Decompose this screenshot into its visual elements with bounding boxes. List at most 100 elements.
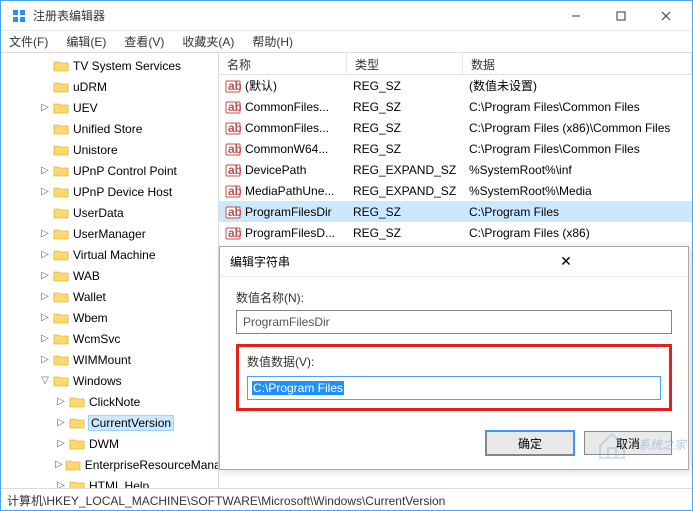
folder-icon [53,332,69,346]
string-value-icon: ab [225,183,241,199]
folder-icon [53,248,69,262]
list-row[interactable]: abDevicePathREG_EXPAND_SZ%SystemRoot%\in… [219,159,692,180]
value-type: REG_SZ [347,121,463,135]
folder-icon [53,59,69,73]
tree-view[interactable]: TV System ServicesuDRM▷UEVUnified StoreU… [1,53,219,488]
menubar: 文件(F) 编辑(E) 查看(V) 收藏夹(A) 帮助(H) [1,31,692,53]
chevron-icon[interactable]: ▷ [55,459,63,470]
chevron-icon[interactable]: ▷ [39,186,51,197]
folder-icon [53,101,69,115]
tree-item[interactable]: ▷ UPnP Device Host [1,181,218,202]
edit-string-dialog: 编辑字符串 ✕ 数值名称(N): ProgramFilesDir 数值数据(V)… [219,246,689,470]
list-row[interactable]: abCommonFiles...REG_SZC:\Program Files\C… [219,96,692,117]
column-name[interactable]: 名称 [219,53,347,74]
chevron-icon[interactable]: ▷ [39,291,51,302]
tree-item[interactable]: ▷ EnterpriseResourceManager [1,454,218,475]
tree-item[interactable]: ▷WcmSvc [1,328,218,349]
chevron-icon[interactable]: ▷ [39,228,51,239]
minimize-button[interactable] [553,2,598,30]
list-row[interactable]: ab CommonFiles... REG_SZC:\Program Files (… [219,117,692,138]
list-row[interactable]: abCommonW64...REG_SZC:\Program Files\Com… [219,138,692,159]
column-type[interactable]: 类型 [347,53,463,74]
menu-edit[interactable]: 编辑(E) [64,31,108,52]
value-data: C:\Program Files (x86)\Common Files [463,121,692,135]
chevron-icon[interactable]: ▷ [39,249,51,260]
tree-item[interactable]: ▷Wbem [1,307,218,328]
maximize-button[interactable] [598,2,643,30]
tree-item[interactable]: ▷ HTML Help [1,475,218,488]
chevron-icon[interactable]: ▷ [39,333,51,344]
ok-button[interactable]: 确定 [486,431,574,455]
svg-text:ab: ab [228,226,241,240]
tree-item[interactable]: ▷ Virtual Machine [1,244,218,265]
menu-view[interactable]: 查看(V) [122,31,166,52]
folder-icon [65,458,81,472]
folder-icon [69,395,85,409]
list-row[interactable]: abProgramFilesDirREG_SZC:\Program Files [219,201,692,222]
tree-item[interactable]: ▷WIMMount [1,349,218,370]
tree-item[interactable]: Unistore [1,139,218,160]
list-row[interactable]: abProgramFilesD...REG_SZC:\Program Files… [219,222,692,243]
column-data[interactable]: 数据 [463,53,692,74]
tree-item[interactable]: ▷ Wallet [1,286,218,307]
value-type: REG_SZ [347,100,463,114]
list-row[interactable]: ab(默认)REG_SZ(数值未设置) [219,75,692,96]
folder-icon [53,311,69,325]
svg-text:ab: ab [228,121,241,135]
value-name-field[interactable]: ProgramFilesDir [236,310,672,334]
folder-icon [69,437,85,451]
chevron-icon[interactable]: ▷ [39,312,51,323]
list-row[interactable]: abMediaPathUne...REG_EXPAND_SZ%SystemRoo… [219,180,692,201]
chevron-icon[interactable]: ▷ [55,417,67,428]
dialog-title: 编辑字符串 [230,253,454,270]
close-button[interactable] [643,2,688,30]
tree-label: EnterpriseResourceManager [85,458,219,472]
chevron-icon[interactable]: ▷ [55,438,67,449]
tree-label: DWM [89,437,119,451]
string-value-icon: ab [225,120,241,136]
chevron-icon[interactable]: ▷ [39,354,51,365]
value-name: CommonFiles... [245,121,329,135]
folder-icon [53,269,69,283]
menu-file[interactable]: 文件(F) [7,31,50,52]
tree-item[interactable]: ▽Windows [1,370,218,391]
tree-item[interactable]: ▷WAB [1,265,218,286]
svg-text:ab: ab [228,163,241,177]
list-header: 名称 类型 数据 [219,53,692,75]
tree-item[interactable]: Unified Store [1,118,218,139]
tree-item[interactable]: TV System Services [1,55,218,76]
tree-item[interactable]: ▷UserManager [1,223,218,244]
chevron-icon[interactable]: ▷ [55,480,67,488]
dialog-titlebar: 编辑字符串 ✕ [220,247,688,277]
tree-item[interactable]: ▷UPnP Control Point [1,160,218,181]
tree-item[interactable]: UserData [1,202,218,223]
chevron-icon[interactable]: ▷ [55,396,67,407]
folder-icon [53,227,69,241]
chevron-icon[interactable]: ▽ [39,375,51,386]
string-value-icon: ab [225,78,241,94]
value-type: REG_EXPAND_SZ [347,163,463,177]
value-name: (默认) [245,77,277,94]
chevron-icon[interactable]: ▷ [39,270,51,281]
tree-item[interactable]: uDRM [1,76,218,97]
tree-label: HTML Help [89,479,149,489]
tree-item[interactable]: ▷CurrentVersion [1,412,218,433]
folder-icon [53,122,69,136]
cancel-button[interactable]: 取消 [584,431,672,455]
tree-item[interactable]: ▷ DWM [1,433,218,454]
tree-label: Wallet [73,290,106,304]
window-title: 注册表编辑器 [33,7,553,24]
chevron-icon[interactable]: ▷ [39,165,51,176]
chevron-icon[interactable]: ▷ [39,102,51,113]
svg-text:ab: ab [228,100,241,114]
value-data-field[interactable]: C:\Program Files [247,376,661,400]
tree-item[interactable]: ▷ClickNote [1,391,218,412]
menu-help[interactable]: 帮助(H) [250,31,295,52]
tree-label: Virtual Machine [73,248,156,262]
menu-favorites[interactable]: 收藏夹(A) [180,31,236,52]
tree-item[interactable]: ▷UEV [1,97,218,118]
dialog-close-button[interactable]: ✕ [454,253,678,270]
tree-label: UPnP Device Host [73,185,172,199]
value-data: %SystemRoot%\Media [463,184,692,198]
value-type: REG_SZ [347,142,463,156]
